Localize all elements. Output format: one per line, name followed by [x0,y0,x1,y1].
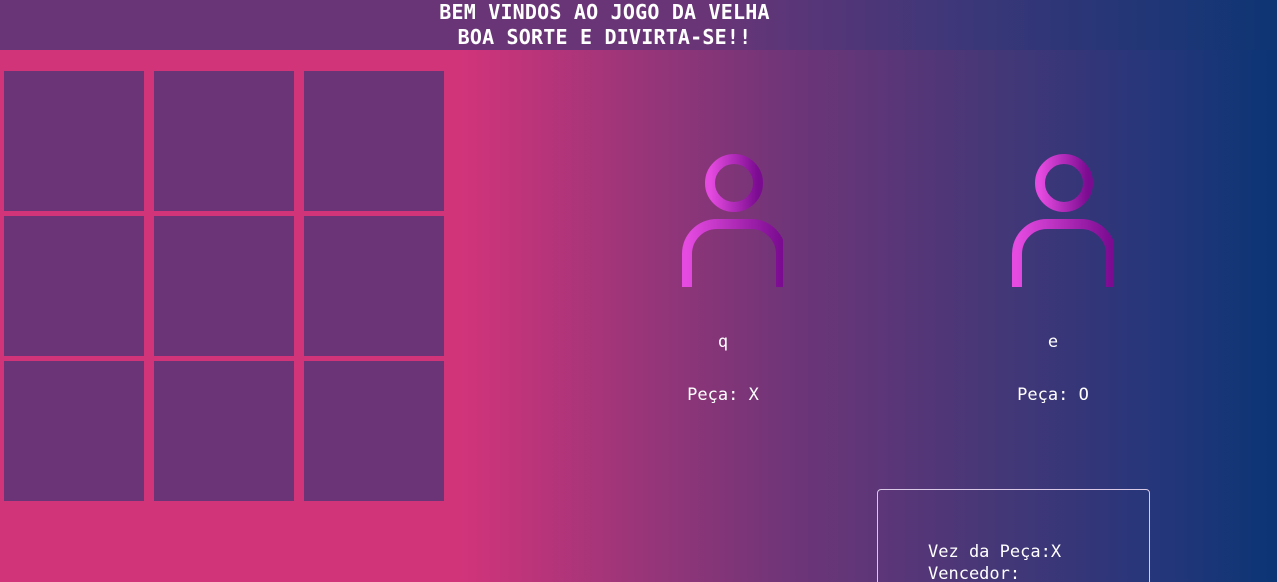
player-one-piece: Peça: X [687,385,759,405]
board-cell-5[interactable] [154,216,294,356]
board-cell-1[interactable] [4,71,144,211]
board-cell-3[interactable] [304,71,444,211]
user-icon [1012,154,1113,287]
board-cell-7[interactable] [4,361,144,501]
board-cell-8[interactable] [154,361,294,501]
board-cell-6[interactable] [304,216,444,356]
player-two-card: e Peça: O [983,150,1123,405]
board-cell-4[interactable] [4,216,144,356]
welcome-title: BEM VINDOS AO JOGO DA VELHA [439,0,770,24]
user-icon [682,154,783,287]
player-two-piece: Peça: O [1017,385,1089,405]
player-two-name: e [1047,332,1059,352]
game-status-panel: Vez da Peça:X Vencedor: [877,489,1150,582]
turn-indicator: Vez da Peça:X [928,542,1062,562]
board-cell-2[interactable] [154,71,294,211]
game-board [4,71,444,501]
player-one-card: q Peça: X [653,150,793,405]
welcome-subtitle: BOA SORTE E DIVIRTA-SE!! [457,25,752,49]
winner-indicator: Vencedor: [928,564,1021,582]
player-one-name: q [717,332,729,352]
page-header: BEM VINDOS AO JOGO DA VELHA BOA SORTE E … [0,0,1277,50]
board-cell-9[interactable] [304,361,444,501]
